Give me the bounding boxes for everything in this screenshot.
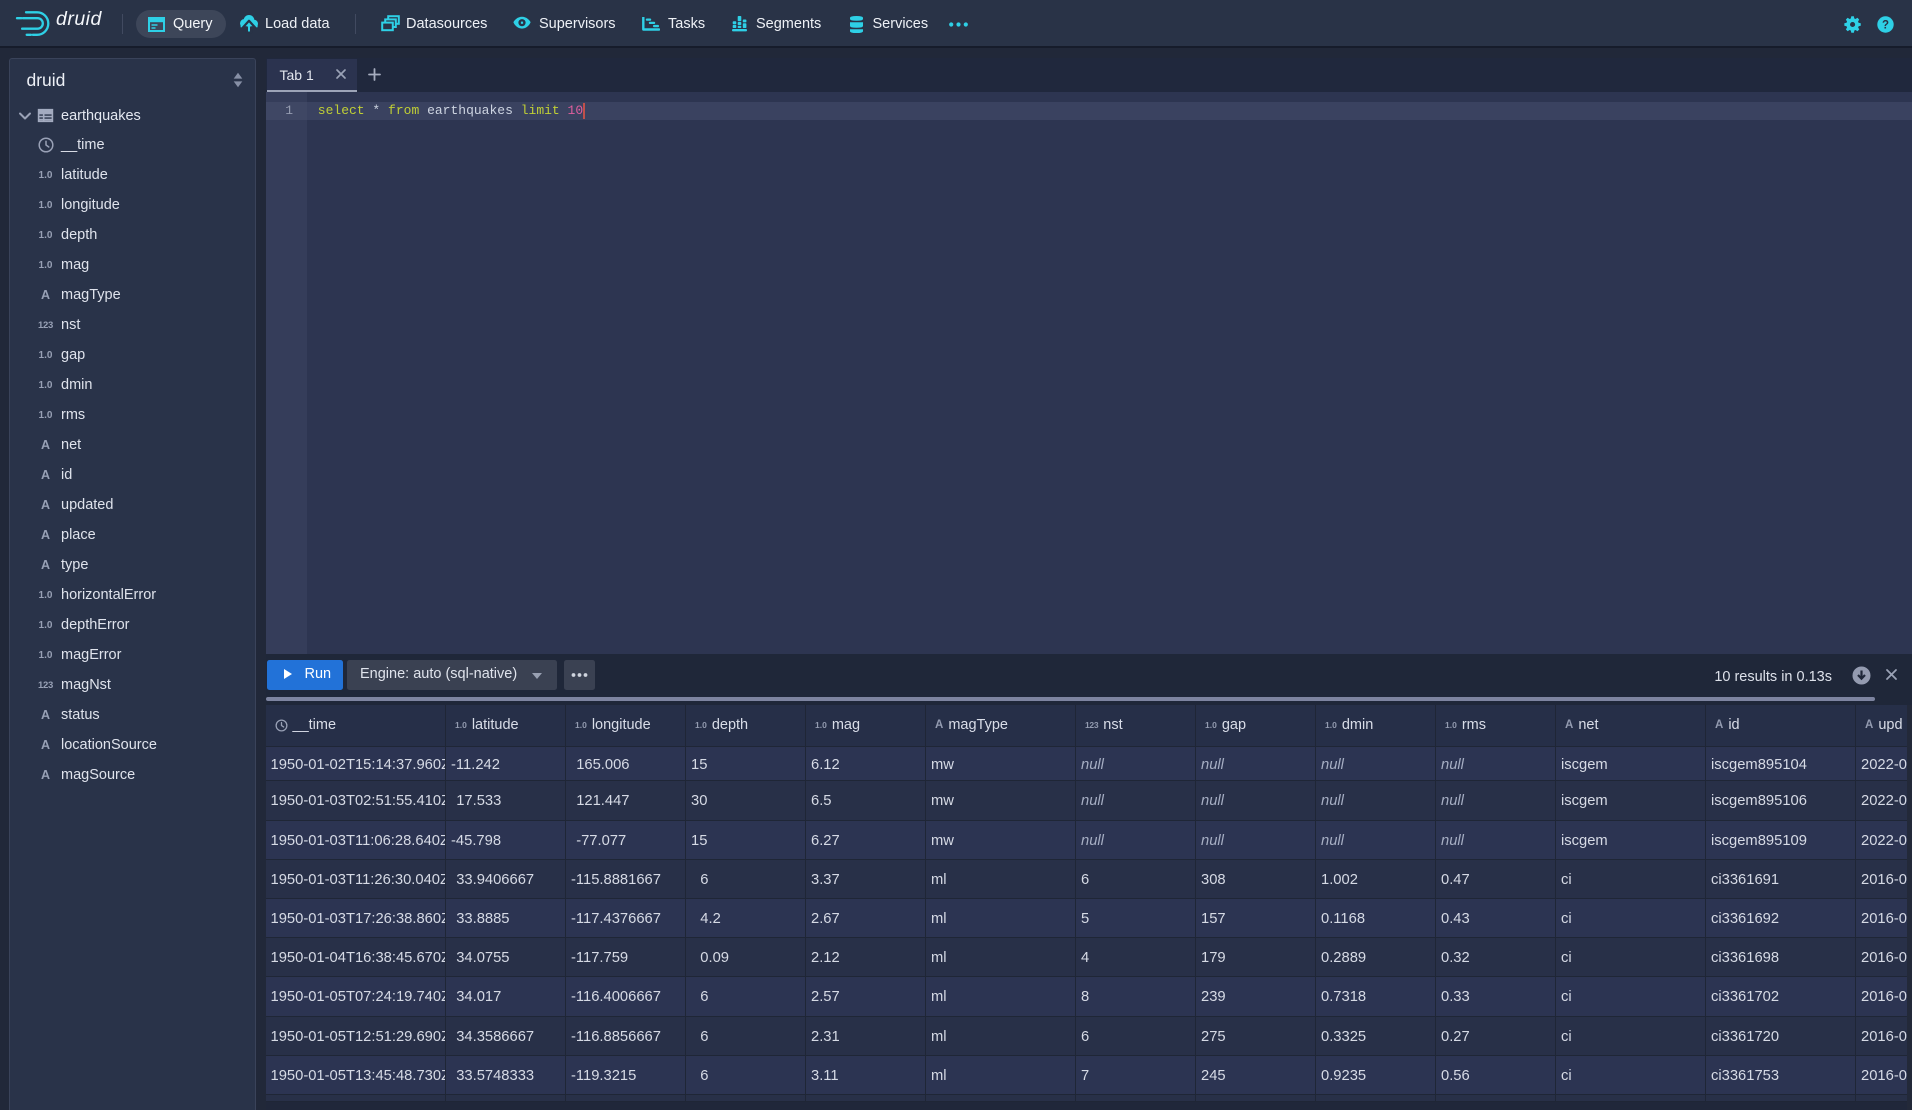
svg-text:?: ? xyxy=(1881,20,1888,32)
